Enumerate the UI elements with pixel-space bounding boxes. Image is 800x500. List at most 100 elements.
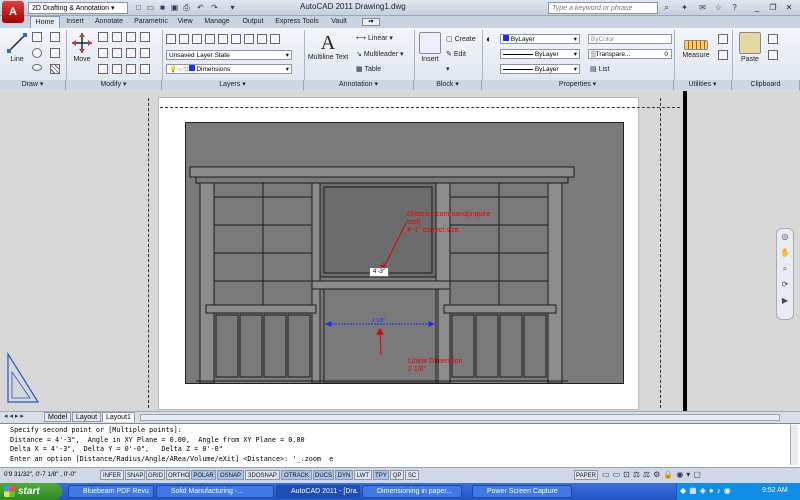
tray-app-icon[interactable]: ◆ — [680, 486, 686, 495]
layer-properties-icon[interactable] — [166, 34, 176, 44]
annotation-visibility-icon[interactable]: ⚖ — [643, 470, 650, 479]
linetype-dropdown[interactable]: ByLayer ▾ — [500, 49, 580, 59]
task-power-screen-capture[interactable]: Power Screen Capture — [472, 485, 572, 498]
multileader-button[interactable]: ↘ Multileader ▾ — [356, 50, 404, 58]
annotation-panel-title[interactable]: Annotation ▾ — [304, 80, 414, 90]
ortho-toggle[interactable]: ORTHO — [166, 470, 190, 480]
layer-match-icon[interactable] — [218, 34, 228, 44]
task-autocad[interactable]: AutoCAD 2011 - [Dra... — [276, 485, 360, 498]
layer-lock-icon[interactable] — [205, 34, 215, 44]
tray-network-icon[interactable]: ▦ — [689, 486, 697, 495]
modify-panel-title[interactable]: Modify ▾ — [66, 80, 162, 90]
tab-navigation-arrows[interactable]: ◂ ◂ ▸ ▸ — [4, 412, 24, 422]
layer-previous-icon[interactable] — [231, 34, 241, 44]
communication-icon[interactable]: ✉ — [698, 3, 707, 12]
list-button[interactable]: ▤ List — [590, 65, 609, 73]
block-panel-title[interactable]: Block ▾ — [414, 80, 482, 90]
plot-style-dropdown[interactable]: ByColor — [588, 34, 672, 44]
command-prompt[interactable]: Enter an option [Distance/Radius/Angle/A… — [10, 455, 790, 465]
maximize-viewport-icon[interactable]: ⊡ — [623, 470, 630, 479]
otrack-toggle[interactable]: OTRACK — [281, 470, 312, 480]
hatch-icon[interactable] — [50, 64, 60, 76]
undo-icon[interactable]: ↶ — [196, 3, 205, 12]
3dosnap-toggle[interactable]: 3DOSNAP — [245, 470, 280, 480]
minimize-icon[interactable]: _ — [752, 2, 762, 13]
tray-security-icon[interactable]: ◈ — [700, 486, 706, 495]
subscription-icon[interactable]: ✦ — [680, 3, 689, 12]
dyn-toggle[interactable]: DYN — [335, 470, 353, 480]
transparency-field[interactable]: ▒Transpare... 0 — [588, 49, 672, 59]
edit-block-button[interactable]: ✎ Edit — [446, 50, 466, 58]
layer-on-icon[interactable] — [179, 34, 189, 44]
multiline-text-button[interactable]: A Multiline Text — [306, 32, 350, 61]
table-button[interactable]: ▦ Table — [356, 65, 381, 73]
restore-icon[interactable]: ❐ — [768, 2, 778, 13]
tab-layout[interactable]: Layout — [72, 412, 102, 422]
properties-panel-title[interactable]: Properties ▾ — [482, 80, 674, 90]
color-dropdown[interactable]: ByLayer ▾ — [500, 34, 580, 44]
move-button[interactable]: Move — [68, 32, 96, 63]
workspace-switch-icon[interactable]: ⚙ — [653, 470, 660, 479]
steering-wheel-icon[interactable]: ◎ — [777, 229, 793, 245]
save-icon[interactable]: ■ — [158, 3, 167, 12]
linear-dimension-button[interactable]: ⟷ Linear ▾ — [356, 34, 393, 42]
layer-unisolate-icon[interactable] — [257, 34, 267, 44]
tab-output[interactable]: Output — [238, 16, 268, 28]
quick-view-layouts-icon[interactable]: ▭ — [602, 470, 610, 479]
binoculars-icon[interactable]: ⌕ — [662, 3, 671, 12]
tpy-toggle[interactable]: TPY — [373, 470, 389, 480]
utilities-panel-title[interactable]: Utilities ▾ — [674, 80, 732, 90]
snap-toggle[interactable]: SNAP — [125, 470, 145, 480]
lineweight-dropdown[interactable]: ByLayer ▾ — [500, 64, 580, 74]
rectangle-icon[interactable] — [50, 48, 60, 60]
paper-space-toggle[interactable]: PAPER — [574, 470, 598, 480]
lwt-toggle[interactable]: LWT — [354, 470, 372, 480]
isolate-objects-icon[interactable]: ◉ — [676, 470, 683, 479]
horizontal-scrollbar[interactable] — [140, 414, 780, 421]
quick-access-dropdown-icon[interactable]: ▾ — [228, 3, 237, 12]
application-menu-button[interactable]: A — [2, 1, 24, 23]
tab-home[interactable]: Home — [30, 16, 60, 28]
layer-state-dropdown[interactable]: Unsaved Layer State ▾ — [166, 50, 292, 60]
open-icon[interactable]: ▭ — [146, 3, 155, 12]
plot-icon[interactable]: ⎙ — [182, 3, 191, 12]
stretch-icon[interactable] — [98, 64, 108, 76]
ribbon-minimize-button[interactable]: ▪▾ — [362, 18, 380, 26]
close-icon[interactable]: ✕ — [784, 2, 794, 13]
zoom-icon[interactable]: ⌕ — [777, 261, 793, 277]
annotation-scale-icon[interactable]: ⚖ — [633, 470, 640, 479]
tab-view[interactable]: View — [174, 16, 196, 28]
draw-panel-title[interactable]: Draw ▾ — [0, 80, 66, 90]
tab-manage[interactable]: Manage — [200, 16, 234, 28]
circle-icon[interactable] — [32, 48, 42, 60]
pan-icon[interactable]: ✋ — [777, 245, 793, 261]
copy-clip-icon[interactable] — [768, 50, 778, 62]
redo-icon[interactable]: ↷ — [210, 3, 219, 12]
tab-express-tools[interactable]: Express Tools — [272, 16, 322, 28]
erase-icon[interactable] — [126, 32, 136, 44]
tab-annotate[interactable]: Annotate — [90, 16, 128, 28]
explode-icon[interactable] — [140, 48, 150, 60]
sc-toggle[interactable]: SC — [405, 470, 419, 480]
task-bluebeam[interactable]: Bluebeam PDF Revu — [68, 485, 154, 498]
search-input[interactable]: Type a keyword or phrase — [548, 2, 658, 14]
osnap-toggle[interactable]: OSNAP — [217, 470, 244, 480]
layer-freeze-icon[interactable] — [192, 34, 202, 44]
linear-dimension-text[interactable]: 2 1/8" — [372, 318, 385, 324]
more-modify-icon[interactable] — [140, 64, 150, 76]
trim-icon[interactable] — [112, 32, 122, 44]
command-scrollbar[interactable] — [790, 425, 798, 465]
layer-off-icon[interactable] — [270, 34, 280, 44]
offset-icon[interactable] — [140, 32, 150, 44]
fillet-icon[interactable] — [126, 48, 136, 60]
command-line[interactable]: Specify second point or [Multiple points… — [0, 423, 800, 467]
showmotion-icon[interactable]: ▶ — [777, 293, 793, 309]
orbit-icon[interactable]: ⟳ — [777, 277, 793, 293]
infer-toggle[interactable]: INFER — [100, 470, 124, 480]
current-layer-dropdown[interactable]: 💡☼⊡ Dimensions ▾ — [166, 64, 292, 74]
tab-vault[interactable]: Vault — [326, 16, 352, 28]
line-button[interactable]: Line — [4, 32, 30, 63]
measure-button[interactable]: Measure — [678, 32, 714, 59]
workspace-dropdown[interactable]: 2D Drafting & Annotation ▾ — [28, 2, 128, 14]
tab-insert[interactable]: Insert — [62, 16, 88, 28]
